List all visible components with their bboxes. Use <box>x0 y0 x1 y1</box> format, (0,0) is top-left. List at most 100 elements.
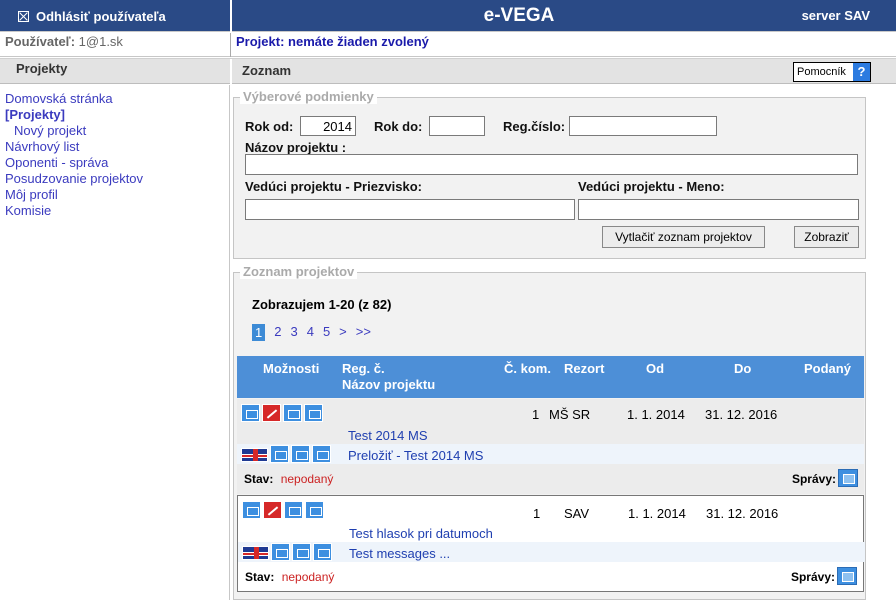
row-status: Stav: nepodaný <box>245 570 334 584</box>
edit-icon[interactable] <box>271 543 290 561</box>
row-rezort: SAV <box>564 506 590 521</box>
sidebar-item-reviewers[interactable]: Oponenti - správa <box>5 155 143 171</box>
meno-input[interactable] <box>578 199 859 220</box>
priezvisko-label: Vedúci projektu - Priezvisko: <box>245 179 422 194</box>
row-translate-link[interactable]: Preložiť - Test 2014 MS <box>348 448 483 463</box>
print-icon[interactable] <box>312 445 331 463</box>
rok-od-label: Rok od: <box>245 119 294 134</box>
page-1[interactable]: 1 <box>252 324 266 341</box>
pagination: 1 2 3 4 5 > >> <box>252 324 371 341</box>
project-list-panel: Zoznam projektov Zobrazujem 1-20 (z 82) … <box>233 265 866 600</box>
nazov-label: Názov projektu : <box>245 140 347 155</box>
row-do: 31. 12. 2016 <box>705 407 778 422</box>
status-label: Stav: <box>245 570 275 584</box>
sidebar-item-proposal-sheet[interactable]: Návrhový list <box>5 139 143 155</box>
page-2[interactable]: 2 <box>274 324 281 341</box>
row-status: Stav: nepodaný <box>244 472 333 486</box>
status-label: Stav: <box>244 472 274 486</box>
delete-icon[interactable] <box>262 404 281 422</box>
page-4[interactable]: 4 <box>307 324 314 341</box>
user-value: 1@1.sk <box>78 34 123 49</box>
sidebar-item-projects[interactable]: [Projekty] <box>5 107 143 123</box>
view-icon[interactable] <box>291 445 310 463</box>
project-label: Projekt: <box>236 34 285 49</box>
section-divider <box>230 59 232 85</box>
col-reg: Reg. č. <box>342 361 385 376</box>
view-icon[interactable] <box>292 543 311 561</box>
priezvisko-input[interactable] <box>245 199 575 220</box>
translation-row <box>238 542 865 562</box>
logout-button[interactable]: Odhlásiť používateľa <box>0 0 230 32</box>
nazov-input[interactable] <box>245 154 858 175</box>
help-label: Pomocník <box>797 66 846 78</box>
row-translate-link[interactable]: Test messages ... <box>349 546 450 561</box>
server-label: server SAV <box>801 8 870 23</box>
print-icon[interactable] <box>304 404 323 422</box>
sidebar-item-project-review[interactable]: Posudzovanie projektov <box>5 171 143 187</box>
table-row: 1 SAV 1. 1. 2014 31. 12. 2016 Test hlaso… <box>237 495 865 592</box>
section-bar: Projekty Zoznam Pomocník ? <box>0 58 896 85</box>
rok-do-input[interactable] <box>429 116 485 136</box>
row-od: 1. 1. 2014 <box>627 407 685 422</box>
edit-icon[interactable] <box>242 501 261 519</box>
row-do: 31. 12. 2016 <box>706 506 779 521</box>
col-podany: Podaný <box>804 361 851 376</box>
view-icon[interactable] <box>284 501 303 519</box>
row-od: 1. 1. 2014 <box>628 506 686 521</box>
sidebar-nav: Domovská stránka [Projekty] Nový projekt… <box>5 91 143 219</box>
filter-panel: Výberové podmienky Rok od: Rok do: Reg.č… <box>233 90 866 259</box>
row-actions <box>241 404 323 422</box>
project-value: nemáte žiaden zvolený <box>288 34 429 49</box>
delete-icon[interactable] <box>263 501 282 519</box>
row-title-link[interactable]: Test hlasok pri datumoch <box>349 526 493 541</box>
sidebar: Domovská stránka [Projekty] Nový projekt… <box>0 85 230 600</box>
show-button[interactable]: Zobraziť <box>794 226 859 248</box>
col-do: Do <box>734 361 752 376</box>
table-header: Možnosti Reg. č. Názov projektu Č. kom. … <box>237 356 864 398</box>
user-info: Používateľ: 1@1.sk <box>5 34 123 49</box>
page-5[interactable]: 5 <box>323 324 330 341</box>
print-list-button[interactable]: Vytlačiť zoznam projektov <box>602 226 765 248</box>
translation-row <box>237 444 864 464</box>
print-icon[interactable] <box>305 501 324 519</box>
row-kom: 1 <box>532 407 540 422</box>
messages-icon[interactable] <box>838 469 858 487</box>
row-rezort: MŠ SR <box>549 407 591 422</box>
close-box-icon <box>18 10 29 22</box>
row-actions <box>242 501 324 519</box>
row-title-link[interactable]: Test 2014 MS <box>348 428 428 443</box>
rok-od-input[interactable] <box>300 116 356 136</box>
uk-flag-icon[interactable] <box>241 448 268 462</box>
sidebar-title: Projekty <box>16 61 68 76</box>
messages-label: Správy: <box>791 472 836 486</box>
messages-label: Správy: <box>790 570 835 584</box>
row-kom: 1 <box>533 506 541 521</box>
translation-actions <box>242 543 332 561</box>
page-next[interactable]: > <box>339 324 347 341</box>
print-icon[interactable] <box>313 543 332 561</box>
user-row-divider <box>230 33 231 57</box>
uk-flag-icon[interactable] <box>242 546 269 560</box>
list-legend: Zoznam projektov <box>240 265 358 279</box>
sidebar-item-new-project[interactable]: Nový projekt <box>5 123 143 139</box>
reg-input[interactable] <box>569 116 717 136</box>
sidebar-item-home[interactable]: Domovská stránka <box>5 91 143 107</box>
sidebar-item-commissions[interactable]: Komisie <box>5 203 143 219</box>
reg-label: Reg.číslo: <box>503 119 566 134</box>
translation-actions <box>241 445 331 463</box>
page-3[interactable]: 3 <box>290 324 297 341</box>
help-button[interactable]: Pomocník ? <box>793 62 871 82</box>
results-count: Zobrazujem 1-20 (z 82) <box>252 297 392 312</box>
messages-icon[interactable] <box>837 567 857 585</box>
edit-icon[interactable] <box>270 445 289 463</box>
col-rezort: Rezort <box>564 361 605 376</box>
col-kom: Č. kom. <box>504 361 551 376</box>
sidebar-item-my-profile[interactable]: Môj profil <box>5 187 143 203</box>
view-icon[interactable] <box>283 404 302 422</box>
user-label: Používateľ: <box>5 34 76 49</box>
edit-icon[interactable] <box>241 404 260 422</box>
top-bar: Odhlásiť používateľa e-VEGA server SAV <box>0 0 896 32</box>
rok-do-label: Rok do: <box>374 119 423 134</box>
page-last[interactable]: >> <box>356 324 371 341</box>
project-info: Projekt: nemáte žiaden zvolený <box>236 34 429 49</box>
